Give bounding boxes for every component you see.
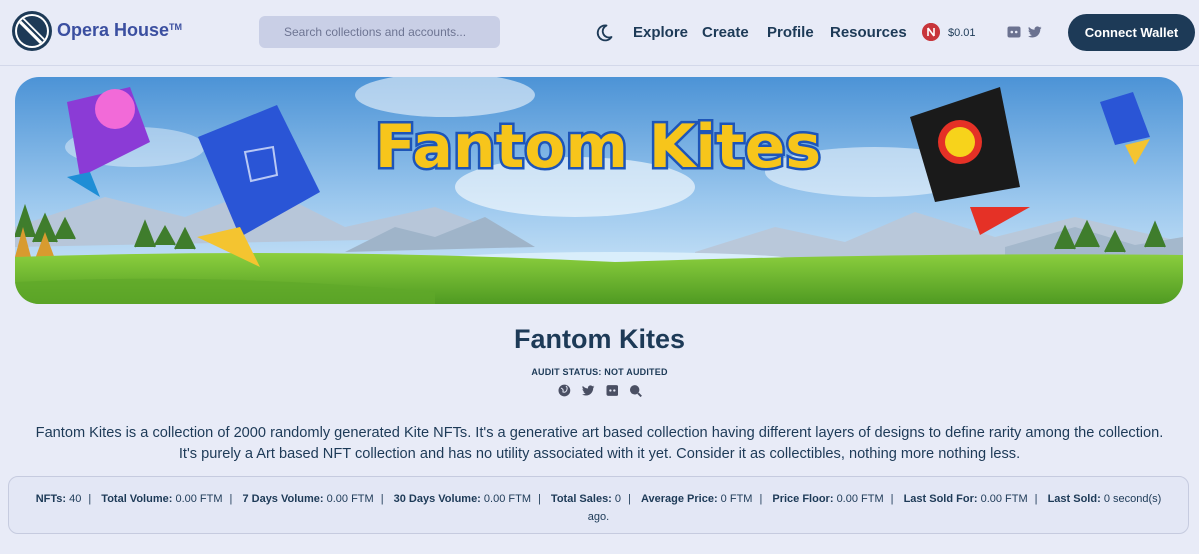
- banner-illustration: Fantom Kites: [15, 77, 1183, 304]
- collection-banner: Fantom Kites: [15, 77, 1183, 304]
- stat-divider: |: [229, 493, 233, 505]
- token-icon: [922, 23, 940, 41]
- stat-total-sales: Total Sales: 0: [550, 493, 622, 505]
- discord-icon[interactable]: [1007, 26, 1021, 38]
- stat-total-volume: Total Volume: 0.00 FTM: [101, 493, 223, 505]
- twitter-icon[interactable]: [581, 384, 595, 397]
- stat-last-sold-for: Last Sold For: 0.00 FTM: [903, 493, 1028, 505]
- collection-title: Fantom Kites: [513, 324, 686, 354]
- stat-divider: |: [538, 493, 541, 505]
- stat-divider: |: [380, 493, 384, 505]
- twitter-icon[interactable]: [1028, 26, 1042, 38]
- search-input[interactable]: [259, 16, 500, 48]
- connect-wallet-button[interactable]: Connect Wallet: [1068, 14, 1195, 51]
- nav-resources[interactable]: Resources: [830, 24, 907, 41]
- nav-profile[interactable]: Profile: [767, 24, 814, 41]
- stat-divider: |: [890, 493, 894, 505]
- banner-title: Fantom Kites: [375, 112, 821, 182]
- stat-divider: |: [1034, 493, 1038, 505]
- stat-nfts: NFTs: 40: [35, 493, 82, 505]
- top-header: Opera HouseTM Explore Create Profile Res…: [0, 0, 1199, 66]
- search-icon[interactable]: [629, 384, 642, 397]
- opera-house-logo[interactable]: [10, 9, 54, 53]
- collection-social-links: [558, 384, 642, 398]
- audit-status: AUDIT STATUS: NOT AUDITED: [531, 367, 668, 377]
- dark-mode-toggle-icon[interactable]: [594, 23, 614, 43]
- nav-create[interactable]: Create: [702, 24, 749, 41]
- globe-icon[interactable]: [558, 384, 571, 397]
- stat-average-price: Average Price: 0 FTM: [640, 493, 753, 505]
- nav-explore[interactable]: Explore: [633, 24, 688, 41]
- stat-30-days-volume: 30 Days Volume: 0.00 FTM: [393, 493, 531, 505]
- token-price: $0.01: [948, 27, 976, 39]
- stat-price-floor: Price Floor: 0.00 FTM: [772, 493, 884, 505]
- stat-divider: |: [759, 493, 763, 505]
- brand-name[interactable]: Opera HouseTM: [57, 20, 182, 41]
- stat-7-days-volume: 7 Days Volume: 0.00 FTM: [242, 493, 374, 505]
- discord-icon[interactable]: [605, 384, 619, 397]
- collection-stats: NFTs: 40 | Total Volume: 0.00 FTM | 7 Days…: [8, 476, 1189, 534]
- stat-divider: |: [628, 493, 631, 505]
- collection-description: Fantom Kites is a collection of 2000 ran…: [35, 425, 1164, 462]
- stat-divider: |: [88, 493, 92, 505]
